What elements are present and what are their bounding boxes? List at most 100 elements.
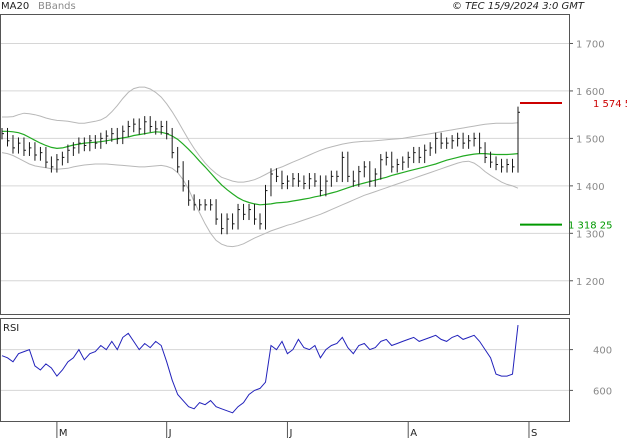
- price-bar: [1, 127, 4, 140]
- price-bar: [133, 118, 136, 133]
- price-bar: [67, 144, 70, 164]
- price-bar: [479, 132, 482, 154]
- price-bar: [177, 146, 180, 173]
- price-bar: [281, 170, 284, 190]
- price-bar: [122, 125, 125, 145]
- price-bar: [12, 135, 15, 154]
- price-bar: [506, 158, 510, 173]
- price-bar: [61, 151, 65, 166]
- price-bar: [182, 161, 186, 192]
- price-bar: [440, 132, 444, 149]
- support-label: 1 318 25: [568, 221, 613, 232]
- price-bar: [116, 127, 120, 145]
- price-bar: [424, 144, 427, 164]
- price-bar: [254, 203, 257, 225]
- x-axis: MJJAS: [56, 421, 537, 439]
- price-bar: [105, 130, 109, 145]
- legend-ma20: MA20: [1, 1, 29, 12]
- price-bar: [429, 142, 433, 156]
- price-bar: [468, 135, 471, 149]
- price-bar: [6, 127, 10, 147]
- price-bar: [374, 168, 378, 187]
- price-bar: [237, 203, 241, 230]
- price-bar: [286, 175, 290, 190]
- price-bar: [270, 168, 273, 197]
- price-bar: [495, 156, 499, 171]
- price-bar: [457, 132, 460, 147]
- price-bar: [56, 154, 59, 173]
- price-bar: [193, 194, 197, 211]
- price-bar: [484, 142, 488, 164]
- price-tick-label: 1 400: [576, 182, 605, 193]
- price-bar: [413, 146, 416, 164]
- price-bar: [369, 161, 372, 187]
- price-tick-label: 1 500: [576, 134, 605, 145]
- price-bar: [314, 173, 317, 187]
- price-bar: [336, 170, 339, 183]
- price-bar: [221, 213, 224, 235]
- price-bar: [78, 137, 81, 154]
- price-bar: [341, 151, 345, 183]
- price-bar: [330, 170, 334, 187]
- price-bar: [292, 173, 295, 187]
- price-bar: [501, 158, 504, 173]
- price-bar: [39, 146, 43, 161]
- rsi-axis-labels: 600 400: [569, 346, 612, 397]
- bb-lower-line: [1, 152, 519, 248]
- price-bar: [380, 154, 383, 180]
- rsi-panel-label: RSI: [3, 323, 19, 334]
- resistance-label: 1 574 5: [593, 99, 627, 110]
- price-axis-labels: 1 2001 3001 4001 5001 6001 700: [569, 39, 605, 288]
- ma20-line: [2, 130, 519, 206]
- price-bar: [462, 132, 466, 149]
- month-label: J: [288, 428, 292, 439]
- price-bar: [363, 161, 367, 178]
- price-bar: [199, 199, 202, 211]
- rsi-panel-frame: [0, 318, 570, 422]
- price-bar: [435, 132, 438, 154]
- price-bar: [248, 203, 252, 221]
- price-bar: [155, 120, 158, 135]
- price-bar: [166, 120, 169, 140]
- rsi-tick-label: 600: [593, 386, 612, 397]
- price-bar: [100, 132, 103, 149]
- month-label: M: [59, 428, 68, 439]
- price-bar: [204, 199, 208, 211]
- price-bar: [264, 184, 268, 230]
- price-bar: [226, 213, 230, 235]
- price-bar: [297, 173, 301, 187]
- price-bar: [127, 120, 131, 137]
- price-bar: [391, 151, 394, 173]
- price-bar: [210, 199, 213, 211]
- price-bar: [171, 127, 175, 159]
- price-bar: [446, 137, 449, 149]
- price-bar: [232, 213, 235, 230]
- price-bar: [347, 151, 350, 183]
- header-stamp: © TEC 15/9/2024 3:0 GMT: [452, 1, 585, 12]
- legend-bbands: BBands: [38, 1, 76, 12]
- price-bar: [517, 106, 520, 173]
- price-bar: [402, 156, 405, 171]
- bb-upper-line: [2, 86, 519, 183]
- rsi-gridlines: [1, 349, 569, 391]
- price-bar: [243, 203, 246, 221]
- price-bar: [259, 213, 262, 230]
- rsi-tick-label: 400: [593, 346, 612, 357]
- price-bar: [303, 175, 306, 190]
- price-bar: [34, 142, 37, 161]
- price-bar: [451, 135, 455, 149]
- price-bar: [45, 146, 48, 168]
- month-label: S: [531, 428, 537, 439]
- price-bar: [407, 151, 411, 168]
- price-bar: [144, 116, 147, 135]
- price-bar: [418, 146, 422, 164]
- price-bar: [50, 156, 54, 173]
- price-bar: [138, 118, 142, 135]
- main-gridlines: [1, 42, 569, 282]
- price-bar: [275, 168, 279, 183]
- price-bar: [83, 137, 87, 152]
- price-tick-label: 1 200: [576, 277, 605, 288]
- price-tick-label: 1 700: [576, 39, 605, 50]
- stock-chart: 1 2001 3001 4001 5001 6001 700 600400 1 …: [0, 1, 627, 439]
- price-bar: [512, 158, 515, 173]
